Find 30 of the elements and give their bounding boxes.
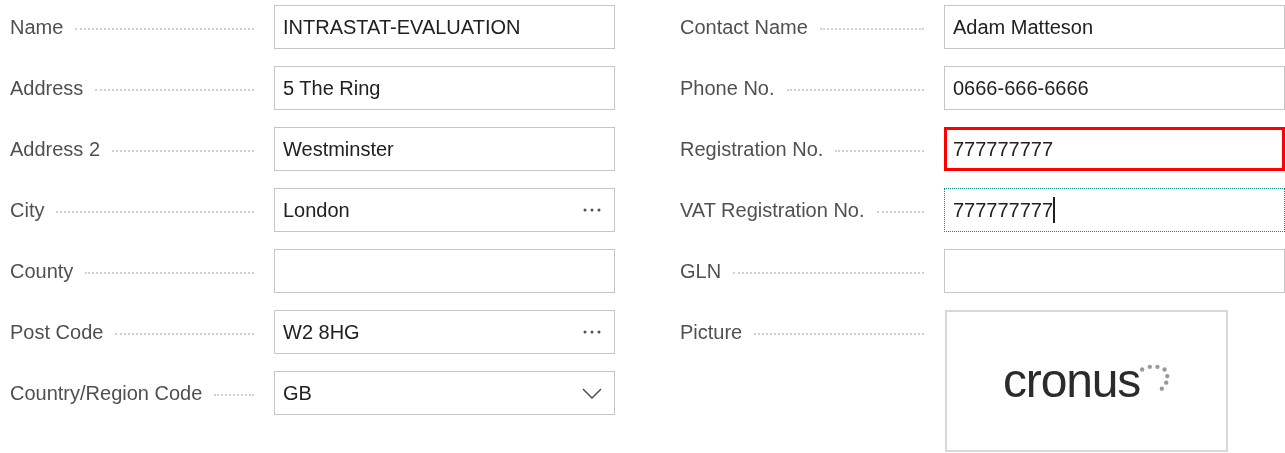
field-label: Phone No. [680,76,775,101]
input-field[interactable]: GB [274,371,615,415]
input-field[interactable] [274,249,615,293]
input-field[interactable]: London [274,188,615,232]
field-label: Registration No. [680,137,824,162]
field-label: GLN [680,259,722,284]
input-field[interactable]: Adam Matteson [944,5,1285,49]
field-label: City [10,198,45,223]
field-label: Picture [680,320,743,345]
input-field[interactable]: W2 8HG [274,310,615,354]
field-label: County [10,259,74,284]
input-field[interactable] [944,249,1285,293]
field-label: Address [10,76,84,101]
field-label: Address 2 [10,137,101,162]
field-label: Contact Name [680,15,808,40]
ellipsis-icon[interactable] [582,208,602,212]
input-field[interactable]: 5 The Ring [274,66,615,110]
picture-frame[interactable]: cronus [945,310,1228,452]
field-label: Country/Region Code [10,381,203,406]
field-label: VAT Registration No. [680,198,865,223]
input-field[interactable]: 777777777 [944,127,1285,171]
input-field[interactable]: INTRASTAT-EVALUATION [274,5,615,49]
input-field[interactable]: 0666-666-6666 [944,66,1285,110]
company-logo: cronus [1003,357,1170,405]
ellipsis-icon[interactable] [582,330,602,334]
input-field[interactable]: 777777777 [944,188,1285,232]
field-label: Name [10,15,64,40]
input-field[interactable]: Westminster [274,127,615,171]
field-label: Post Code [10,320,104,345]
chevron-down-icon[interactable] [582,387,602,399]
